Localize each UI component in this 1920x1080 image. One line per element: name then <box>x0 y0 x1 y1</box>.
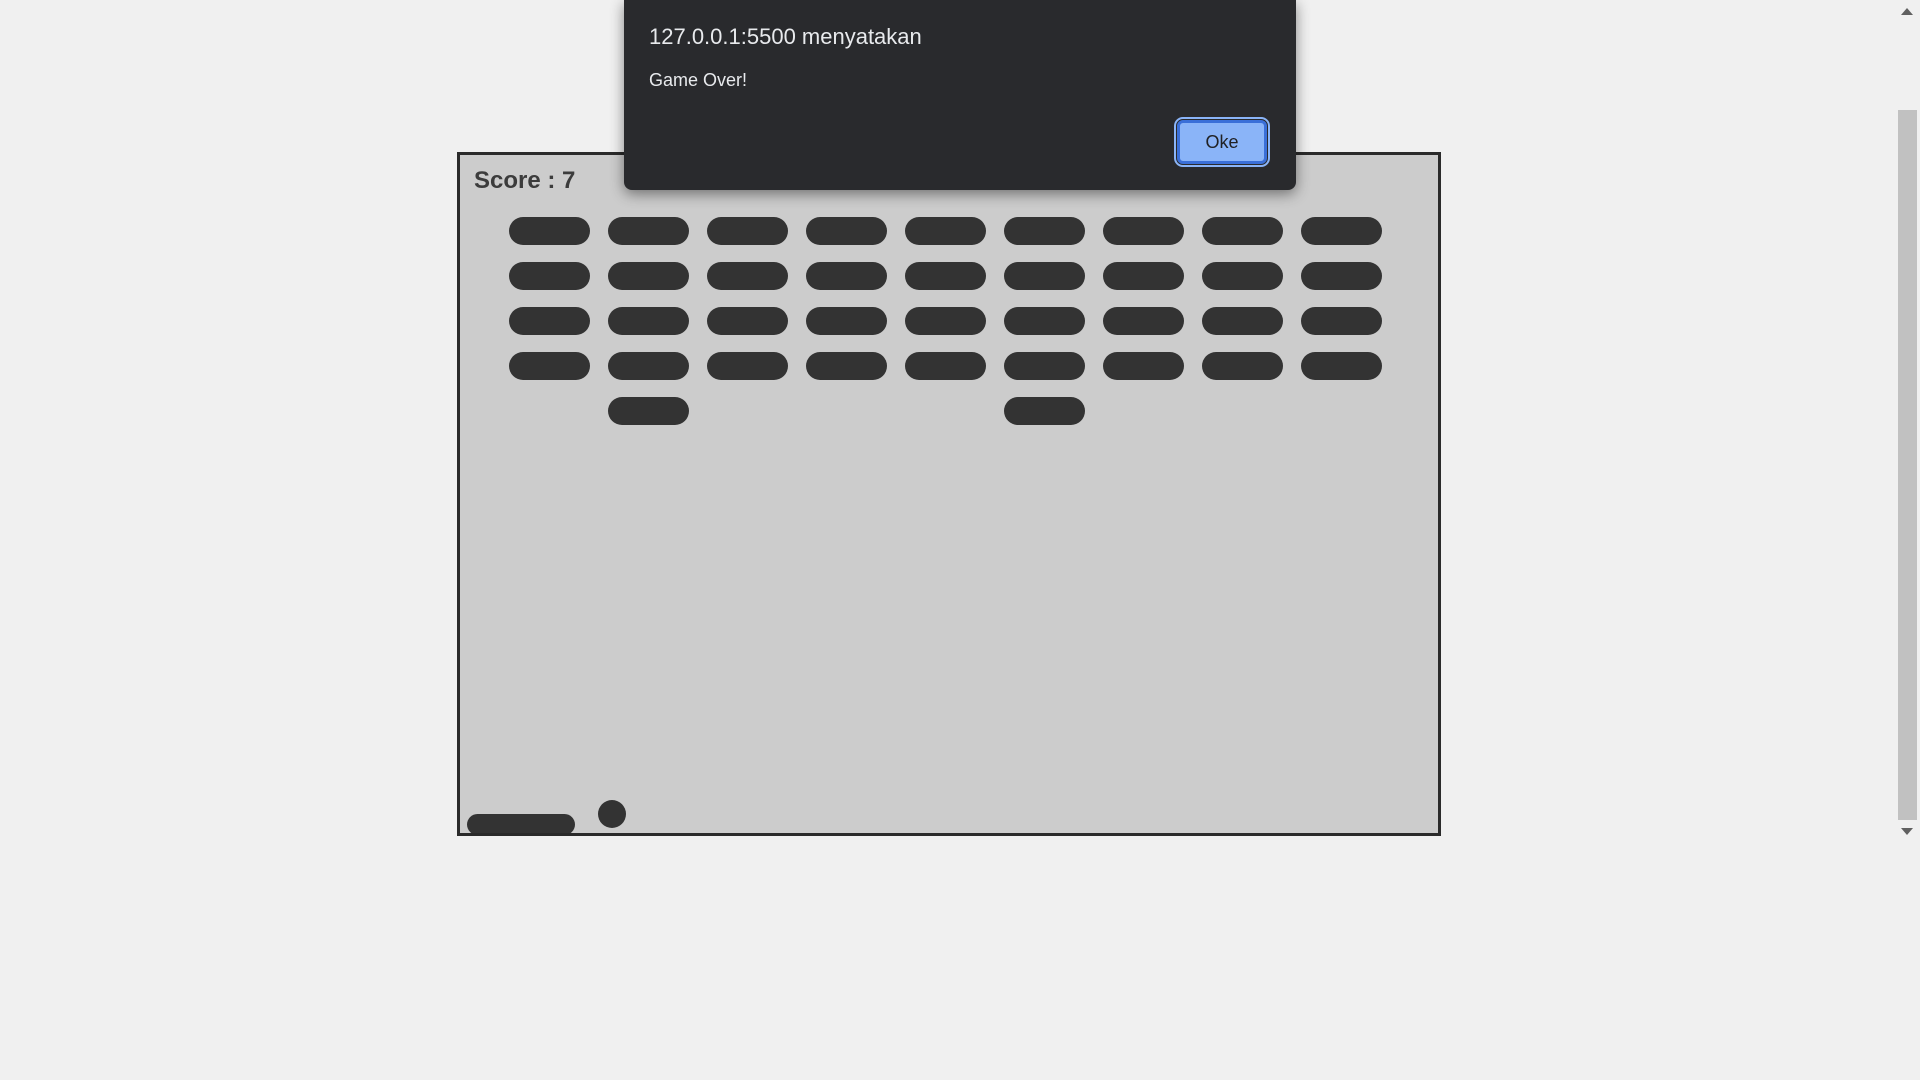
brick <box>905 262 986 290</box>
brick <box>1202 307 1283 335</box>
paddle[interactable] <box>467 814 575 833</box>
vertical-scrollbar[interactable] <box>1895 0 1920 842</box>
brick <box>905 307 986 335</box>
brick <box>509 262 590 290</box>
brick <box>1103 307 1184 335</box>
brick <box>1202 352 1283 380</box>
score-label: Score : 7 <box>474 167 576 194</box>
brick <box>509 217 590 245</box>
brick <box>707 217 788 245</box>
scroll-thumb[interactable] <box>1898 110 1917 820</box>
brick <box>509 307 590 335</box>
ok-button[interactable]: Oke <box>1174 117 1270 167</box>
scroll-down-arrow-icon[interactable] <box>1901 828 1913 835</box>
brick <box>1004 307 1085 335</box>
brick <box>1004 217 1085 245</box>
alert-dialog: 127.0.0.1:5500 menyatakan Game Over! Oke <box>624 0 1296 190</box>
game-canvas[interactable]: Score : 7 <box>457 152 1441 836</box>
brick <box>608 262 689 290</box>
brick <box>806 217 887 245</box>
brick <box>1301 352 1382 380</box>
brick <box>707 352 788 380</box>
brick <box>1103 262 1184 290</box>
brick <box>1202 262 1283 290</box>
brick <box>608 397 689 425</box>
brick <box>1202 217 1283 245</box>
dialog-message: Game Over! <box>649 70 748 90</box>
brick <box>608 352 689 380</box>
brick <box>608 307 689 335</box>
brick <box>1004 352 1085 380</box>
dialog-title: 127.0.0.1:5500 menyatakan <box>649 24 922 49</box>
brick <box>1103 352 1184 380</box>
brick <box>905 352 986 380</box>
brick <box>608 217 689 245</box>
brick <box>1004 262 1085 290</box>
page: Score : 7 127.0.0.1:5500 menyatakan Game… <box>0 0 1920 1080</box>
brick <box>905 217 986 245</box>
scroll-up-arrow-icon[interactable] <box>1901 8 1913 15</box>
brick <box>1301 262 1382 290</box>
brick <box>806 307 887 335</box>
brick <box>509 352 590 380</box>
brick <box>1301 307 1382 335</box>
brick <box>707 307 788 335</box>
brick <box>1103 217 1184 245</box>
brick <box>1004 397 1085 425</box>
brick <box>806 352 887 380</box>
brick <box>707 262 788 290</box>
brick <box>806 262 887 290</box>
ball <box>598 800 626 828</box>
brick <box>1301 217 1382 245</box>
